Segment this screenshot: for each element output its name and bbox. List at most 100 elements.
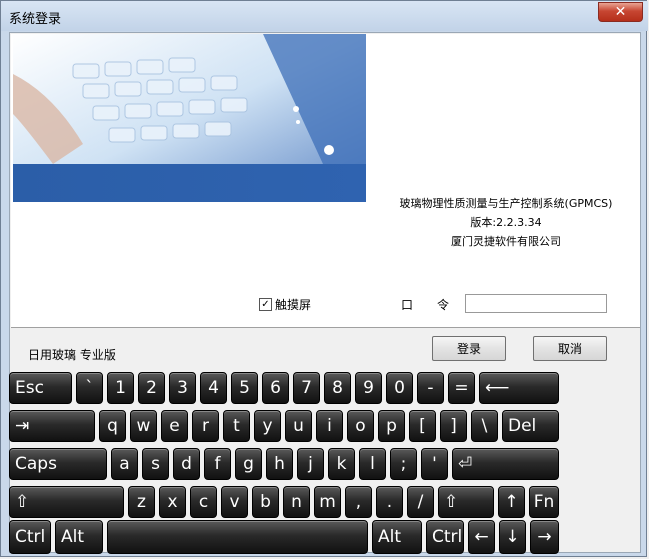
key-left[interactable]: ← [468,520,495,554]
key-equals[interactable]: = [448,372,475,404]
key-label: n [291,492,302,512]
touchscreen-checkbox[interactable]: ✓ 触摸屏 [259,296,311,313]
key-1[interactable]: 1 [107,372,134,404]
key-3[interactable]: 3 [169,372,196,404]
key-right-alt[interactable]: Alt [372,520,422,554]
key-quote[interactable]: ' [421,448,448,480]
key-backtick[interactable]: ` [76,372,103,404]
key-f[interactable]: f [204,448,231,480]
password-input[interactable] [465,294,607,313]
key-minus[interactable]: - [417,372,444,404]
key-left-shift[interactable]: ⇧ [9,486,124,518]
key-label: Alt [61,527,85,547]
close-button[interactable]: ✕ [598,2,643,22]
key-b[interactable]: b [252,486,279,518]
key-down[interactable]: ↓ [499,520,526,554]
key-j[interactable]: j [297,448,324,480]
key-c[interactable]: c [190,486,217,518]
key-label: Ctrl [432,527,463,547]
key-left-alt[interactable]: Alt [55,520,103,554]
key-8[interactable]: 8 [324,372,351,404]
key-d[interactable]: d [173,448,200,480]
login-button[interactable]: 登录 [432,336,506,361]
key-w[interactable]: w [130,410,157,442]
key-right-ctrl[interactable]: Ctrl [426,520,464,554]
key-0[interactable]: 0 [386,372,413,404]
key-label: u [293,416,304,436]
key-right-shift[interactable]: ⇧ [438,486,494,518]
key-label: q [107,416,118,436]
key-label: j [308,454,313,474]
key-u[interactable]: u [285,410,312,442]
key-t[interactable]: t [223,410,250,442]
key-label: [ [419,416,426,436]
checkbox-check-icon[interactable]: ✓ [259,298,272,311]
key-semicolon[interactable]: ; [390,448,417,480]
key-label: , [355,492,362,512]
shift-arrow-icon: ⇧ [15,492,30,512]
key-y[interactable]: y [254,410,281,442]
key-z[interactable]: z [128,486,155,518]
key-del[interactable]: Del [502,410,559,442]
key-up[interactable]: ↑ [498,486,525,518]
key-label: ` [85,378,94,398]
title-bar: 系统登录 ✕ [1,1,648,31]
key-7[interactable]: 7 [293,372,320,404]
key-backslash[interactable]: \ [471,410,498,442]
key-6[interactable]: 6 [262,372,289,404]
key-label: 6 [270,378,281,398]
key-4[interactable]: 4 [200,372,227,404]
key-label: = [454,378,469,398]
key-9[interactable]: 9 [355,372,382,404]
key-label: p [386,416,397,436]
key-a[interactable]: a [111,448,138,480]
key-backspace[interactable]: ⟵ [479,372,559,404]
key-slash[interactable]: / [407,486,434,518]
key-e[interactable]: e [161,410,188,442]
key-esc[interactable]: Esc [9,372,72,404]
key-label: 3 [177,378,188,398]
key-n[interactable]: n [283,486,310,518]
key-label: ] [450,416,457,436]
key-m[interactable]: m [314,486,341,518]
key-v[interactable]: v [221,486,248,518]
key-2[interactable]: 2 [138,372,165,404]
key-l[interactable]: l [359,448,386,480]
key-s[interactable]: s [142,448,169,480]
key-right[interactable]: → [530,520,559,554]
key-enter[interactable]: ⏎ [452,448,559,480]
key-label: Fn [533,492,555,512]
version-text: 版本:2.2.3.34 [470,216,542,229]
key-r[interactable]: r [192,410,219,442]
key-label: o [355,416,366,436]
key-i[interactable]: i [316,410,343,442]
key-k[interactable]: k [328,448,355,480]
key-label: x [167,492,178,512]
key-tab[interactable]: ⇥ [9,410,95,442]
key-right-bracket[interactable]: ] [440,410,467,442]
login-window: 系统登录 ✕ 玻璃物理性质测量与生产控制系统(GPMCS) 版本:2.2.3.3… [0,0,648,557]
key-left-ctrl[interactable]: Ctrl [9,520,51,554]
key-q[interactable]: q [99,410,126,442]
key-space[interactable] [107,520,368,554]
cancel-button[interactable]: 取消 [533,336,607,361]
key-left-bracket[interactable]: [ [409,410,436,442]
key-o[interactable]: o [347,410,374,442]
key-label: y [262,416,273,436]
product-info: 玻璃物理性质测量与生产控制系统(GPMCS) 版本:2.2.3.34 厦门灵捷软… [371,194,641,251]
password-label-2: 令 [437,298,450,312]
touchscreen-label: 触摸屏 [275,298,312,312]
key-caps[interactable]: Caps [9,448,107,480]
key-p[interactable]: p [378,410,405,442]
key-label: l [370,454,375,474]
shift-arrow-icon: ⇧ [444,492,459,512]
key-comma[interactable]: , [345,486,372,518]
key-x[interactable]: x [159,486,186,518]
key-label: e [169,416,180,436]
key-g[interactable]: g [235,448,262,480]
key-h[interactable]: h [266,448,293,480]
window-title: 系统登录 [9,12,62,27]
key-period[interactable]: . [376,486,403,518]
key-fn[interactable]: Fn [529,486,559,518]
key-5[interactable]: 5 [231,372,258,404]
